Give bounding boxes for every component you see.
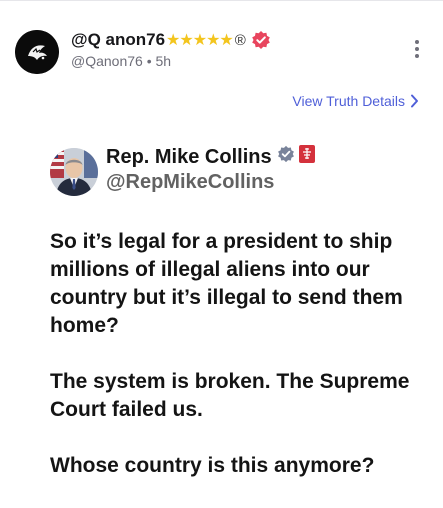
view-truth-details-link[interactable]: View Truth Details [292, 93, 419, 109]
verified-icon [251, 30, 271, 50]
avatar-logo-icon [15, 30, 59, 74]
more-options-icon[interactable] [414, 40, 420, 60]
author-handle[interactable]: @Qanon76 [71, 53, 143, 69]
quoted-paragraph: Whose country is this anymore? [50, 454, 375, 477]
gray-verified-icon [277, 145, 295, 169]
author-name-row[interactable]: @Q anon76 ★★★★★ ® [71, 28, 271, 52]
quoted-paragraph: The system is broken. The Supreme Court … [50, 370, 410, 421]
meta-separator: • [146, 53, 152, 69]
view-truth-details-label: View Truth Details [292, 93, 405, 109]
top-divider [0, 0, 443, 1]
chevron-right-icon [410, 94, 419, 108]
quoted-author-name[interactable]: Rep. Mike Collins [106, 146, 272, 169]
flag-badge-icon [298, 145, 315, 169]
author-meta: @Qanon76 • 5h [71, 53, 171, 69]
rating-stars: ★★★★★ [166, 32, 234, 49]
quoted-post-body: So it’s legal for a president to ship mi… [50, 228, 430, 508]
quoted-author-avatar[interactable] [50, 148, 98, 196]
registered-mark: ® [234, 31, 246, 49]
quoted-name-row: Rep. Mike Collins [106, 143, 315, 171]
quoted-author-handle[interactable]: @RepMikeCollins [106, 171, 274, 194]
author-avatar[interactable] [15, 30, 59, 74]
portrait-image [50, 148, 98, 196]
quoted-paragraph: So it’s legal for a president to ship mi… [50, 230, 403, 337]
post-time[interactable]: 5h [156, 53, 172, 69]
author-name[interactable]: @Q anon76 [71, 30, 165, 50]
